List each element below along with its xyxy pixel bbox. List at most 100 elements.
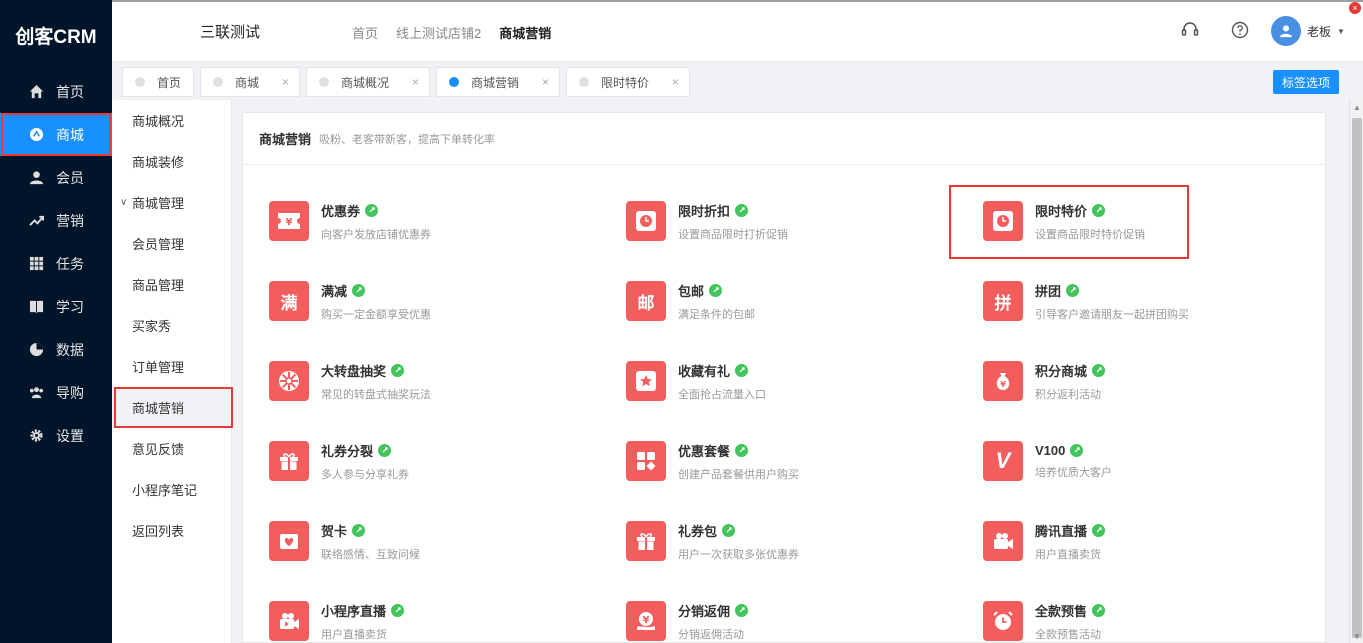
feature-tencent-live[interactable]: 腾讯直播用户直播卖货 — [983, 511, 1303, 571]
member-icon — [28, 170, 44, 186]
feature-desc: 向客户发放店铺优惠券 — [321, 228, 431, 241]
feature-voucher-pack[interactable]: 礼券包 用户一次获取多张优惠券 — [626, 511, 946, 571]
avatar — [1271, 16, 1301, 46]
nav-item-member[interactable]: 会员 — [0, 156, 112, 199]
scroll-thumb[interactable] — [1352, 118, 1362, 638]
breadcrumb-item[interactable]: 线上测试店铺2 — [396, 23, 481, 42]
tab-label: 首页 — [157, 75, 182, 90]
feature-group-buy[interactable]: 拼 拼团 引导客户邀请朋友一起拼团购买 — [983, 271, 1303, 331]
scroll-down-arrow-icon[interactable]: ▼ — [1350, 629, 1363, 643]
nav-item-study[interactable]: 学习 — [0, 285, 112, 328]
link-icon — [378, 443, 392, 457]
tab-shop[interactable]: 商城 × — [200, 67, 300, 97]
group-buy-icon: 拼 — [983, 281, 1023, 321]
feature-full-reduction[interactable]: 满 满减 购买一定金额享受优惠 — [269, 271, 589, 331]
link-icon — [722, 523, 736, 537]
feature-coupon[interactable]: ¥ 优惠券 向客户发放店铺优惠券 — [269, 191, 589, 251]
link-icon — [352, 523, 366, 537]
nav-item-data[interactable]: 数据 — [0, 328, 112, 371]
alarm-clock-icon — [983, 601, 1023, 641]
tab-shop-marketing[interactable]: 商城营销 × — [436, 67, 560, 97]
submenu-item-active[interactable]: 商城营销 — [112, 387, 233, 428]
feature-v100[interactable]: V V100 培养优质大客户 — [983, 431, 1303, 491]
submenu-item[interactable]: 商城装修 — [112, 141, 231, 182]
feature-limited-price[interactable]: 限时特价 设置商品限时特价促销 — [983, 191, 1303, 251]
feature-name: 腾讯直播 — [1035, 523, 1088, 539]
nav-item-marketing[interactable]: 营销 — [0, 199, 112, 242]
feature-name: V100 — [1035, 442, 1066, 458]
feature-desc: 全款预售活动 — [1035, 628, 1101, 641]
tab-close-icon[interactable]: × — [412, 75, 419, 89]
tab-dot — [579, 77, 589, 87]
shop-icon — [28, 127, 44, 143]
breadcrumb-item[interactable]: 首页 — [352, 23, 378, 42]
v100-icon: V — [983, 441, 1023, 481]
link-icon — [735, 443, 749, 457]
feature-greeting-card[interactable]: 贺卡 联络感情、互致问候 — [269, 511, 589, 571]
home-icon — [28, 84, 44, 100]
wheel-icon — [269, 361, 309, 401]
feature-full-presale[interactable]: 全款预售 全款预售活动 — [983, 591, 1303, 642]
feature-limited-discount[interactable]: 限时折扣 设置商品限时打折促销 — [626, 191, 946, 251]
submenu-item[interactable]: 买家秀 — [112, 305, 231, 346]
feature-name: 优惠套餐 — [678, 443, 731, 459]
feature-desc: 用户直播卖货 — [1035, 548, 1101, 561]
feature-free-shipping[interactable]: 邮 包邮 满足条件的包邮 — [626, 271, 946, 331]
nav-item-guide[interactable]: 导购 — [0, 371, 112, 414]
feature-points-mall[interactable]: ¥ 积分商城 积分返利活动 — [983, 351, 1303, 411]
package-icon — [626, 441, 666, 481]
user-menu[interactable]: 老板 ▼ — [1271, 16, 1345, 46]
link-icon — [709, 283, 723, 297]
submenu-item[interactable]: 会员管理 — [112, 223, 231, 264]
scroll-up-arrow-icon[interactable]: ▲ — [1350, 100, 1363, 114]
feature-desc: 用户一次获取多张优惠券 — [678, 548, 799, 561]
tab-home[interactable]: 首页 — [122, 67, 194, 97]
coin-hand-icon: ¥ — [626, 601, 666, 641]
nav-label: 导购 — [56, 384, 84, 401]
gift-box-icon — [626, 521, 666, 561]
close-icon[interactable]: × — [1349, 2, 1361, 14]
clock-icon — [626, 201, 666, 241]
submenu-item[interactable]: 商品管理 — [112, 264, 231, 305]
headset-icon[interactable] — [1180, 20, 1200, 40]
help-icon[interactable] — [1230, 20, 1250, 40]
nav-item-settings[interactable]: 设置 — [0, 414, 112, 457]
trend-icon — [28, 213, 44, 229]
main-sidebar: 创客CRM 首页 商城 会员 营销 任务 学习 数据 导购 设置 — [0, 0, 112, 643]
feature-name: 大转盘抽奖 — [321, 363, 387, 379]
submenu-group[interactable]: ∨ 商城管理 — [112, 182, 231, 223]
nav-item-task[interactable]: 任务 — [0, 242, 112, 285]
submenu-item[interactable]: 商城概况 — [112, 100, 231, 141]
nav-item-home[interactable]: 首页 — [0, 70, 112, 113]
submenu-item[interactable]: 意见反馈 — [112, 428, 231, 469]
feature-favorite-gift[interactable]: 收藏有礼 全面抢占流量入口 — [626, 351, 946, 411]
feature-lucky-wheel[interactable]: 大转盘抽奖 常见的转盘式抽奖玩法 — [269, 351, 589, 411]
tab-close-icon[interactable]: × — [542, 75, 549, 89]
store-name: 三联测试 — [200, 24, 261, 41]
feature-mini-program-live[interactable]: 小程序直播 用户直播卖货 — [269, 591, 589, 642]
link-icon — [1066, 283, 1080, 297]
tab-shop-overview[interactable]: 商城概况 × — [306, 67, 430, 97]
feature-name: 限时折扣 — [678, 203, 731, 219]
vertical-scrollbar[interactable]: ▲ ▼ — [1349, 100, 1363, 643]
video-camera-icon — [269, 601, 309, 641]
feature-distribution-rebate[interactable]: ¥ 分销返佣 分销返佣活动 — [626, 591, 946, 642]
group-icon — [28, 385, 44, 401]
tab-label: 商城营销 — [471, 75, 520, 90]
tab-close-icon[interactable]: × — [672, 75, 679, 89]
feature-discount-package[interactable]: 优惠套餐 创建产品套餐供用户购买 — [626, 431, 946, 491]
card-title: 商城营销 — [259, 132, 312, 147]
feature-voucher-split[interactable]: 礼券分裂 多人参与分享礼券 — [269, 431, 589, 491]
nav-item-shop[interactable]: 商城 — [0, 113, 112, 156]
card-subtitle: 吸粉、老客带新客，提高下单转化率 — [319, 133, 496, 146]
tab-close-icon[interactable]: × — [282, 75, 289, 89]
feature-name: 礼券分裂 — [321, 443, 374, 459]
tab-options-button[interactable]: 标签选项 — [1273, 70, 1339, 94]
link-icon — [1092, 523, 1106, 537]
submenu-item[interactable]: 小程序笔记 — [112, 469, 231, 510]
submenu-item[interactable]: 订单管理 — [112, 346, 231, 387]
tab-limited-price[interactable]: 限时特价 × — [566, 67, 690, 97]
submenu-item[interactable]: 返回列表 — [112, 510, 231, 551]
nav-label: 会员 — [56, 169, 84, 186]
feature-name: 包邮 — [678, 283, 705, 299]
